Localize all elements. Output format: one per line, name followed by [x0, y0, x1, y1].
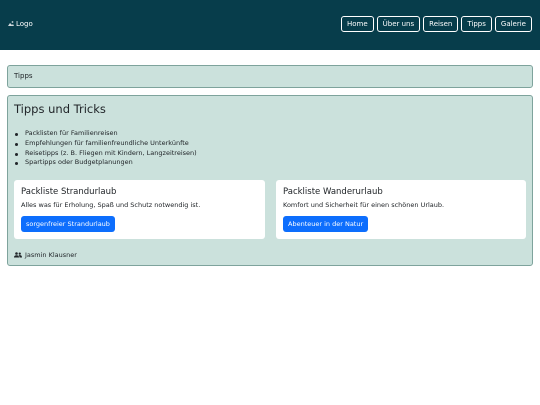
author-name: Jasmin Klausner — [25, 251, 77, 259]
card-strandurlaub: Packliste Strandurlaub Alles was für Erh… — [14, 180, 265, 239]
author: Jasmin Klausner — [14, 251, 77, 259]
card-text: Alles was für Erholung, Spaß und Schutz … — [21, 201, 201, 209]
card-title: Packliste Strandurlaub — [21, 187, 117, 197]
list-item: Packlisten für Familienreisen — [14, 129, 197, 139]
logo-alt-text: Logo — [16, 20, 33, 28]
logo[interactable]: Logo — [7, 20, 33, 28]
tips-panel: Tipps und Tricks Packlisten für Familien… — [7, 95, 533, 266]
strandurlaub-button[interactable]: sorgenfreier Strandurlaub — [21, 216, 115, 232]
card-title: Packliste Wanderurlaub — [283, 187, 383, 197]
list-item: Reisetipps (z. B. Fliegen mit Kindern, L… — [14, 149, 197, 159]
broken-image-icon — [7, 20, 15, 28]
page-title: Tipps und Tricks — [14, 102, 106, 116]
people-icon — [14, 252, 22, 258]
main-nav: Home Über uns Reisen Tipps Galerie — [340, 16, 532, 32]
card-wanderurlaub: Packliste Wanderurlaub Komfort und Siche… — [276, 180, 526, 239]
list-item: Spartipps oder Budgetplanungen — [14, 158, 197, 168]
wanderurlaub-button[interactable]: Abenteuer in der Natur — [283, 216, 369, 232]
nav-ueber-uns[interactable]: Über uns — [376, 16, 421, 32]
nav-home[interactable]: Home — [340, 16, 374, 32]
nav-tipps[interactable]: Tipps — [461, 16, 492, 32]
breadcrumb-current: Tipps — [14, 72, 33, 80]
nav-reisen[interactable]: Reisen — [423, 16, 459, 32]
breadcrumb: Tipps — [7, 65, 533, 88]
list-item: Empfehlungen für familienfreundliche Unt… — [14, 139, 197, 149]
card-text: Komfort und Sicherheit für einen schönen… — [283, 201, 445, 209]
nav-galerie[interactable]: Galerie — [494, 16, 532, 32]
site-header: Logo Home Über uns Reisen Tipps Galerie — [0, 0, 540, 50]
tips-list: Packlisten für Familienreisen Empfehlung… — [14, 129, 197, 168]
